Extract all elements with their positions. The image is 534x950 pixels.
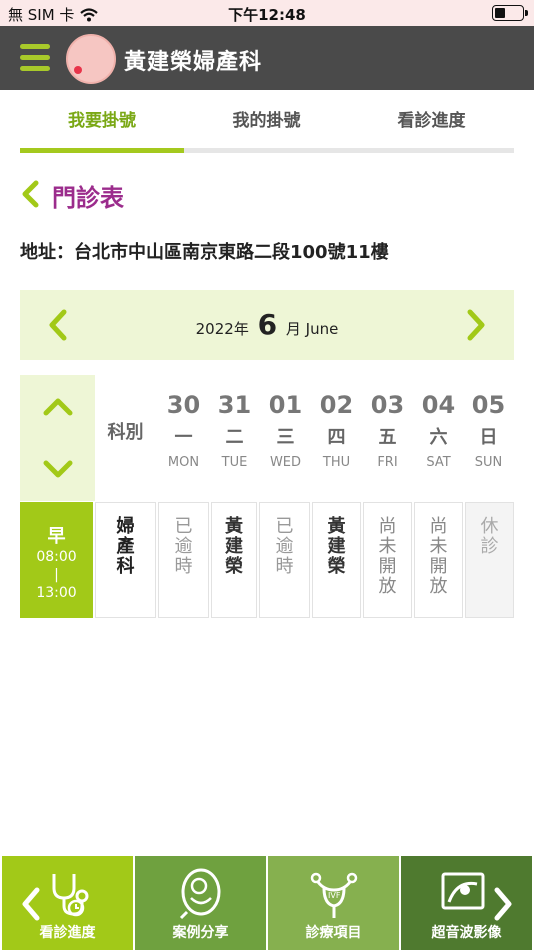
session-separator: | [54, 567, 59, 583]
nav-case-sharing[interactable]: 案例分享 [135, 856, 266, 950]
bottom-nav: 看診進度 案例分享 IVF 診療項目 超音波影像 [0, 856, 534, 950]
tab-book-appointment[interactable]: 我要掛號 [20, 96, 184, 146]
slot-cell: 尚未開放 [414, 502, 463, 618]
next-month-icon[interactable] [462, 308, 490, 342]
day-chinese: 日 [479, 427, 498, 448]
day-chinese: 六 [429, 427, 448, 448]
day-date: 30 [166, 391, 201, 419]
slot-cell: 已逾時 [158, 502, 209, 618]
prev-week-icon[interactable] [42, 395, 74, 417]
day-header: 30 一 MON [158, 375, 209, 501]
status-bar: 無 SIM 卡 下午12:48 [0, 0, 534, 26]
dept-column-header: 科別 [107, 422, 144, 443]
day-date: 05 [471, 391, 506, 419]
day-chinese: 三 [276, 427, 295, 448]
day-header: 01 三 WED [260, 375, 311, 501]
day-date: 03 [370, 391, 405, 419]
clinic-address: 地址：台北市中山區南京東路二段100號11樓 [20, 242, 389, 263]
day-chinese: 五 [378, 427, 397, 448]
baby-icon [173, 868, 229, 920]
slot-doctor[interactable]: 黃建榮 [224, 517, 244, 577]
nav-label: 案例分享 [172, 925, 229, 941]
day-header: 05 日 SUN [463, 375, 514, 501]
day-date: 02 [319, 391, 354, 419]
nav-right-arrow-icon[interactable] [492, 886, 514, 922]
dept-cell: 婦產科 [95, 502, 156, 618]
day-chinese: 一 [174, 427, 193, 448]
nav-label: 診療項目 [305, 925, 362, 941]
stethoscope-icon [40, 868, 96, 920]
app-header: 黃建榮婦產科 [0, 26, 534, 90]
uterus-icon: IVF [306, 868, 362, 920]
back-chevron-icon[interactable] [20, 180, 42, 208]
morning-session-cell: 早 08:00 | 13:00 [20, 502, 93, 618]
slot-cell[interactable]: 黃建榮 [211, 502, 257, 618]
slot-status: 尚未開放 [378, 516, 397, 597]
slot-cell: 已逾時 [259, 502, 310, 618]
day-english: SAT [426, 455, 451, 470]
day-english: TUE [221, 455, 248, 470]
day-date: 31 [217, 391, 252, 419]
day-chinese: 二 [225, 427, 244, 448]
status-time: 下午12:48 [228, 6, 306, 24]
day-date: 04 [421, 391, 456, 419]
clinic-logo [66, 34, 116, 84]
section-title: 門診表 [52, 184, 124, 212]
day-english: MON [167, 455, 200, 470]
tab-bar: 我要掛號 我的掛號 看診進度 [20, 96, 514, 153]
tab-indicator [20, 148, 184, 153]
nav-ultrasound-images[interactable]: 超音波影像 [401, 856, 532, 950]
slot-status: 已逾時 [174, 516, 193, 577]
session-end: 13:00 [36, 585, 77, 601]
battery-icon [492, 5, 528, 21]
day-english: WED [269, 455, 302, 470]
month-suffix: 月 [285, 320, 301, 338]
app-title: 黃建榮婦產科 [124, 50, 263, 75]
day-header: 31 二 TUE [209, 375, 260, 501]
svg-text:IVF: IVF [328, 891, 341, 900]
day-english: THU [322, 455, 351, 470]
ultrasound-icon [439, 868, 495, 920]
month-english: June [305, 320, 339, 338]
slot-status: 休診 [480, 516, 499, 557]
slot-doctor[interactable]: 黃建榮 [327, 517, 347, 577]
slot-status: 尚未開放 [429, 516, 448, 597]
day-english: FRI [377, 455, 398, 470]
day-header: 03 五 FRI [362, 375, 413, 501]
hamburger-menu-icon[interactable] [20, 44, 50, 72]
slot-cell: 休診 [465, 502, 514, 618]
session-start: 08:00 [36, 549, 77, 565]
week-navigator [20, 375, 95, 501]
slot-status: 已逾時 [275, 516, 294, 577]
dept-name: 婦產科 [116, 516, 135, 577]
month-number: 6 [257, 308, 278, 341]
day-header: 02 四 THU [311, 375, 362, 501]
month-label: 2022年 6 月 June [20, 308, 514, 341]
slot-cell: 尚未開放 [363, 502, 412, 618]
tab-consultation-progress[interactable]: 看診進度 [349, 96, 514, 146]
month-navigator: 2022年 6 月 June [20, 290, 514, 360]
nav-label: 看診進度 [39, 925, 96, 941]
session-name: 早 [47, 526, 66, 547]
day-english: SUN [474, 455, 503, 470]
day-header: 04 六 SAT [413, 375, 464, 501]
slot-cell[interactable]: 黃建榮 [312, 502, 361, 618]
month-year: 2022年 [195, 320, 249, 338]
nav-consultation-progress[interactable]: 看診進度 [2, 856, 133, 950]
nav-label: 超音波影像 [431, 925, 502, 941]
tab-my-appointments[interactable]: 我的掛號 [184, 96, 349, 146]
day-date: 01 [268, 391, 303, 419]
day-chinese: 四 [327, 427, 346, 448]
next-week-icon[interactable] [42, 459, 74, 481]
nav-treatment-items[interactable]: IVF 診療項目 [268, 856, 399, 950]
